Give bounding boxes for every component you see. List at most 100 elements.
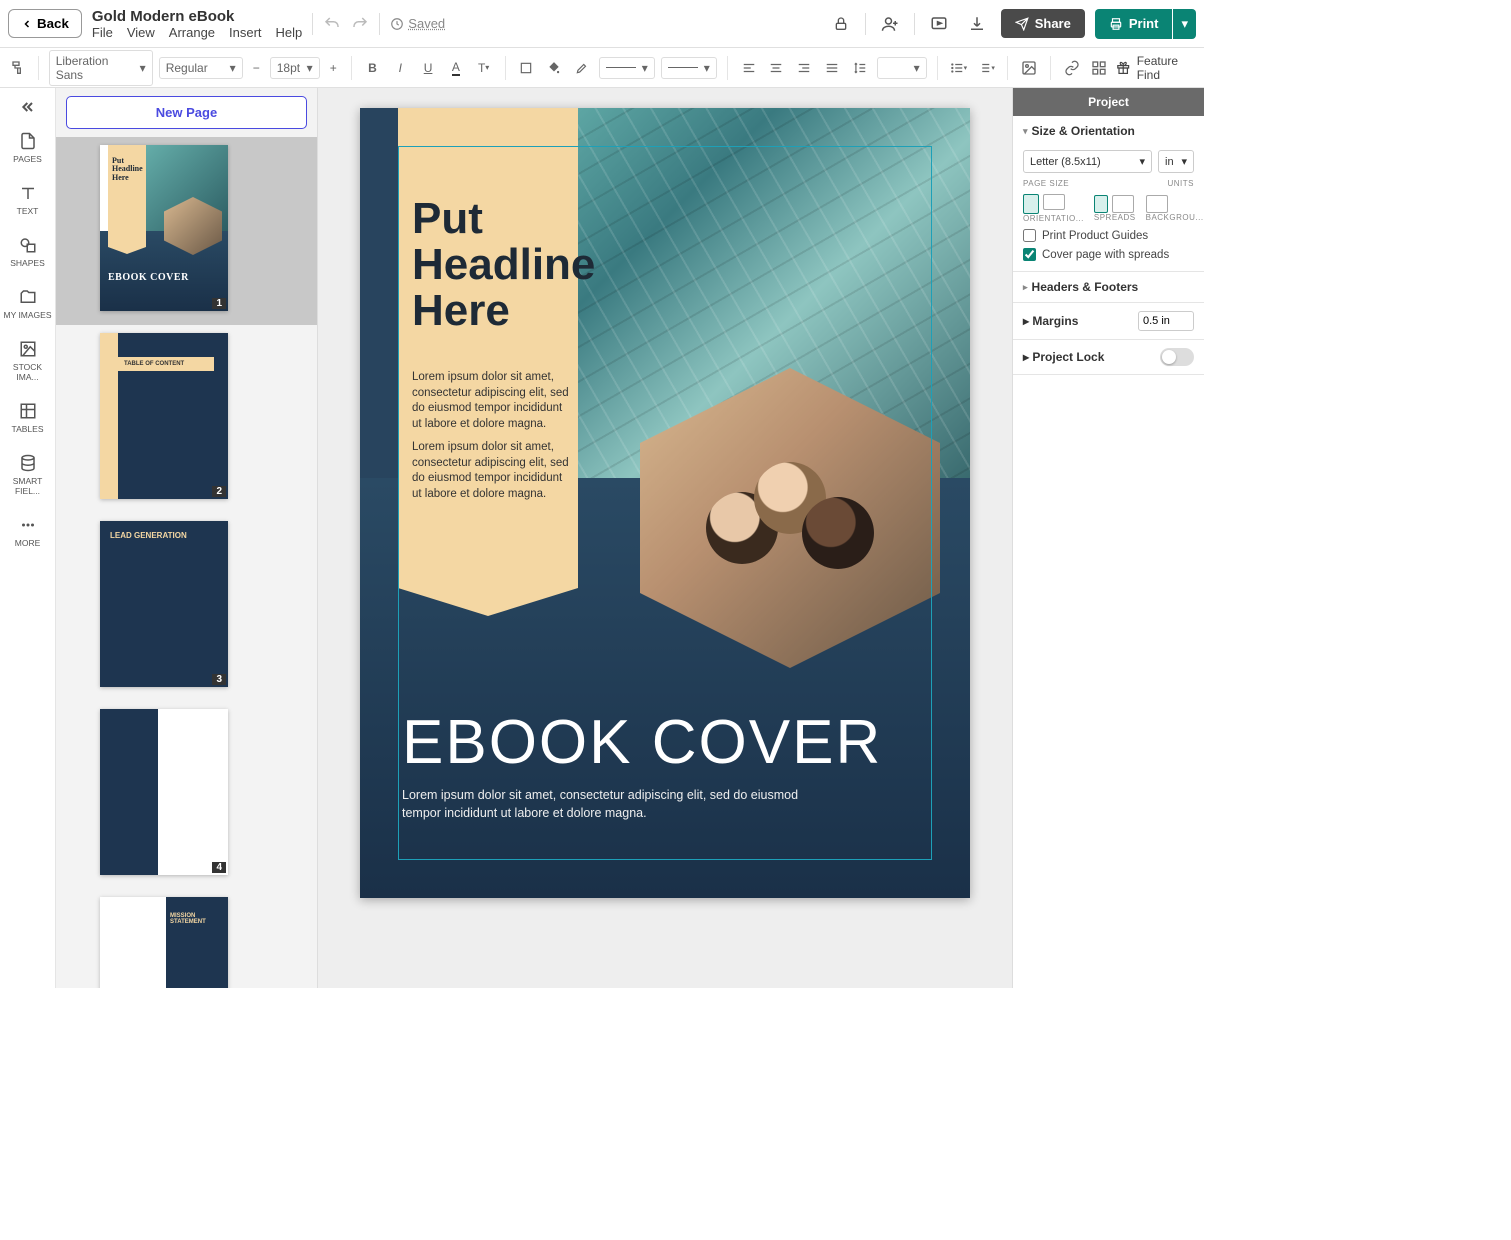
font-weight-select[interactable]: Regular▾ xyxy=(159,57,243,79)
line-spacing-icon[interactable] xyxy=(849,56,871,80)
page-thumbnail-4[interactable]: 4 xyxy=(56,701,317,889)
format-painter-icon[interactable] xyxy=(6,56,28,80)
app-header: Back Gold Modern eBook File View Arrange… xyxy=(0,0,1204,48)
cover-spreads-checkbox[interactable]: Cover page with spreads xyxy=(1023,248,1194,261)
fill-border-icon[interactable] xyxy=(515,56,537,80)
thumb5-h1: MISSION STATEMENT xyxy=(166,897,228,941)
back-button[interactable]: Back xyxy=(8,9,82,38)
section-headers-footers: Headers & Footers xyxy=(1013,272,1204,303)
units-value: in xyxy=(1165,156,1174,168)
page-canvas[interactable]: Put Headline Here Lorem ipsum dolor sit … xyxy=(360,108,970,898)
align-left-icon[interactable] xyxy=(738,56,760,80)
menu-insert[interactable]: Insert xyxy=(229,25,262,40)
line-style-select[interactable]: ▾ xyxy=(599,57,655,79)
page-thumbnail-5[interactable]: MISSION STATEMENTCONCLUSION xyxy=(56,889,317,988)
new-page-button[interactable]: New Page xyxy=(66,96,307,129)
headers-footers-title[interactable]: Headers & Footers xyxy=(1013,272,1204,302)
number-list-icon[interactable]: ▾ xyxy=(975,56,997,80)
rail-my-images[interactable]: MY IMAGES xyxy=(0,278,55,330)
print-dropdown[interactable]: ▾ xyxy=(1173,9,1196,39)
components-icon[interactable] xyxy=(1088,56,1110,80)
cover-spreads-input[interactable] xyxy=(1023,248,1036,261)
bold-icon[interactable]: B xyxy=(362,56,384,80)
units-label: UNITS xyxy=(1168,179,1195,188)
thumb5-h2: CONCLUSION xyxy=(166,941,228,988)
project-lock-title[interactable]: ▸ Project Lock xyxy=(1023,350,1104,364)
orientation-landscape[interactable] xyxy=(1043,194,1065,210)
spreads-double[interactable] xyxy=(1112,195,1134,213)
rail-more-label: MORE xyxy=(15,538,41,548)
spreads-single[interactable] xyxy=(1094,195,1108,213)
project-lock-toggle[interactable] xyxy=(1160,348,1194,366)
rail-pages[interactable]: PAGES xyxy=(0,122,55,174)
shapes-icon xyxy=(19,236,37,254)
font-family-select[interactable]: Liberation Sans▾ xyxy=(49,50,153,86)
rail-text[interactable]: TEXT xyxy=(0,174,55,226)
document-title[interactable]: Gold Modern eBook xyxy=(92,8,302,25)
page-thumbnail-3[interactable]: LEAD GENERATION 3 xyxy=(56,513,317,701)
ebook-subtitle[interactable]: Lorem ipsum dolor sit amet, consectetur … xyxy=(402,787,802,822)
menu-help[interactable]: Help xyxy=(276,25,303,40)
page-size-select[interactable]: Letter (8.5x11)▾ xyxy=(1023,150,1152,173)
ebook-title[interactable]: EBOOK COVER xyxy=(402,707,882,778)
share-button[interactable]: Share xyxy=(1001,9,1085,38)
canvas-area[interactable]: Put Headline Here Lorem ipsum dolor sit … xyxy=(318,88,1012,988)
orientation-label: ORIENTATIO... xyxy=(1023,214,1084,223)
margins-title[interactable]: ▸ Margins xyxy=(1023,314,1078,328)
rail-smart-fields[interactable]: SMART FIEL... xyxy=(0,444,55,506)
rail-shapes[interactable]: SHAPES xyxy=(0,226,55,278)
undo-icon[interactable] xyxy=(323,15,341,33)
menu-file[interactable]: File xyxy=(92,25,113,40)
redo-icon[interactable] xyxy=(351,15,369,33)
feature-find-button[interactable]: Feature Find xyxy=(1116,54,1198,82)
lock-icon[interactable] xyxy=(827,10,855,38)
spacing-select[interactable]: ▾ xyxy=(877,57,927,79)
rail-tables[interactable]: TABLES xyxy=(0,392,55,444)
present-icon[interactable] xyxy=(925,10,953,38)
orientation-portrait[interactable] xyxy=(1023,194,1039,214)
page-thumbnail-2[interactable]: TABLE OF CONTENT2 xyxy=(56,325,317,513)
font-color-icon[interactable]: A xyxy=(445,56,467,80)
align-justify-icon[interactable] xyxy=(821,56,843,80)
page-size-label: PAGE SIZE xyxy=(1023,179,1162,188)
rail-more[interactable]: MORE xyxy=(0,506,55,558)
body-paragraph-2[interactable]: Lorem ipsum dolor sit amet, consectetur … xyxy=(412,440,572,502)
menu-view[interactable]: View xyxy=(127,25,155,40)
units-select[interactable]: in▾ xyxy=(1158,150,1194,173)
font-decrease[interactable]: − xyxy=(249,61,264,75)
background-option[interactable] xyxy=(1146,195,1168,213)
insert-image-icon[interactable] xyxy=(1018,56,1040,80)
download-icon[interactable] xyxy=(963,10,991,38)
text-more-icon[interactable]: T▾ xyxy=(473,56,495,80)
thumb3-heading: LEAD GENERATION xyxy=(110,531,218,540)
page-thumbnail-1[interactable]: Put Headline HereEBOOK COVER1 xyxy=(56,137,317,325)
section-size-title[interactable]: Size & Orientation xyxy=(1013,116,1204,146)
gift-icon xyxy=(1116,60,1130,76)
italic-icon[interactable]: I xyxy=(389,56,411,80)
orientation-group xyxy=(1023,194,1084,214)
bullet-list-icon[interactable]: ▾ xyxy=(948,56,970,80)
font-size-select[interactable]: 18pt▾ xyxy=(270,57,320,79)
headline-text[interactable]: Put Headline Here xyxy=(412,196,595,335)
print-guides-input[interactable] xyxy=(1023,229,1036,242)
link-icon[interactable] xyxy=(1061,56,1083,80)
menu-arrange[interactable]: Arrange xyxy=(169,25,215,40)
thumb3-num: 3 xyxy=(212,674,226,685)
margins-input[interactable] xyxy=(1138,311,1194,331)
line-weight-select[interactable]: ▾ xyxy=(661,57,717,79)
body-paragraph-1[interactable]: Lorem ipsum dolor sit amet, consectetur … xyxy=(412,370,572,432)
add-user-icon[interactable] xyxy=(876,10,904,38)
headline-banner[interactable] xyxy=(398,108,578,588)
underline-icon[interactable]: U xyxy=(417,56,439,80)
bucket-icon[interactable] xyxy=(543,56,565,80)
collapse-panel-icon[interactable] xyxy=(0,92,55,122)
print-guides-checkbox[interactable]: Print Product Guides xyxy=(1023,229,1194,242)
save-status[interactable]: Saved xyxy=(390,16,445,31)
font-increase[interactable]: + xyxy=(326,61,341,75)
thumb2-tab: TABLE OF CONTENT xyxy=(118,357,214,371)
rail-stock-images[interactable]: STOCK IMA... xyxy=(0,330,55,392)
align-center-icon[interactable] xyxy=(765,56,787,80)
print-button[interactable]: Print xyxy=(1095,9,1173,39)
align-right-icon[interactable] xyxy=(793,56,815,80)
highlight-icon[interactable] xyxy=(571,56,593,80)
